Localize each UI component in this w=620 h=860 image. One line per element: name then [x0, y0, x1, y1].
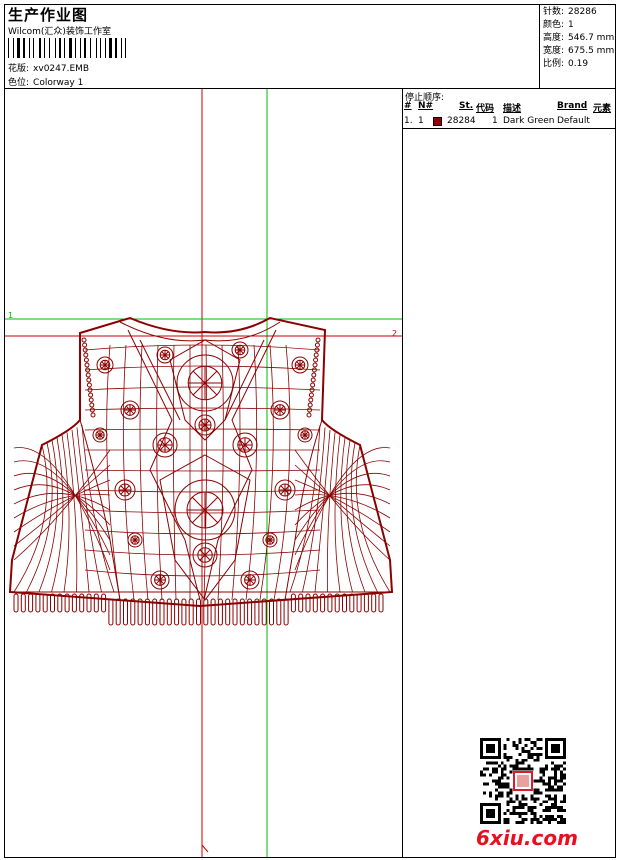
qr-code — [480, 738, 566, 824]
color-swatch — [433, 117, 442, 126]
colors-row: 颜色: 1 — [543, 19, 614, 32]
design-canvas: 1 2 — [5, 89, 402, 857]
row-needle: 1 — [418, 116, 424, 126]
col-description: 描述 — [503, 104, 522, 114]
pattern-line: 花版: xv0247.EMB — [8, 61, 89, 74]
colors-value: 1 — [568, 20, 574, 30]
row-brand: Default — [557, 116, 590, 126]
scale-value: 0.19 — [568, 59, 589, 69]
col-needle: N# — [418, 101, 434, 111]
row-description: Dark Green — [503, 116, 555, 126]
colorway-value: Colorway 1 — [33, 78, 84, 88]
company-name: Wilcom(汇众)装饰工作室 — [8, 27, 111, 37]
colors-label: 颜色: — [543, 20, 565, 30]
page-title: 生产作业图 — [8, 6, 89, 24]
stitches-label: 针数: — [543, 7, 565, 17]
height-label: 高度: — [543, 33, 565, 43]
stop-table-divider — [402, 128, 616, 129]
row-index: 1. — [404, 116, 413, 126]
col-code: 代码 — [476, 104, 495, 114]
stitches-row: 针数: 28286 — [543, 6, 614, 19]
watermark-text: 6xiu.com — [476, 826, 578, 850]
col-element: 元素 — [593, 104, 612, 114]
col-brand: Brand — [557, 101, 588, 111]
table-header: # N# St. 代码 描述 Brand 元素 — [403, 100, 616, 114]
table-row: 1. 1 28284 1 Dark Green Default — [403, 114, 616, 128]
guide-marker-right: 2 — [392, 329, 397, 338]
embroidery-design: 1 2 — [5, 89, 402, 857]
stats-divider — [539, 4, 540, 89]
row-stitches: 28284 — [447, 116, 476, 126]
pattern-label: 花版: — [8, 64, 30, 74]
colorway-label: 色位: — [8, 78, 30, 88]
vest-motifs — [81, 337, 321, 601]
col-stitches: St. — [459, 101, 474, 111]
column-divider — [402, 88, 403, 858]
pattern-value: xv0247.EMB — [33, 64, 90, 74]
height-value: 546.7 mm — [568, 33, 615, 43]
stitches-value: 28286 — [568, 7, 597, 17]
barcode — [8, 38, 126, 58]
width-row: 宽度: 675.5 mm — [543, 45, 614, 58]
scale-label: 比例: — [543, 59, 565, 69]
width-value: 675.5 mm — [568, 46, 615, 56]
colorway-line: 色位: Colorway 1 — [8, 75, 83, 88]
guide-marker-left: 1 — [8, 311, 13, 320]
stop-sequence-table: # N# St. 代码 描述 Brand 元素 1. 1 28284 1 Dar… — [403, 100, 616, 128]
height-row: 高度: 546.7 mm — [543, 32, 614, 45]
scale-row: 比例: 0.19 — [543, 58, 614, 71]
col-index: # — [404, 101, 412, 111]
width-label: 宽度: — [543, 46, 565, 56]
row-code: 1 — [492, 116, 498, 126]
stats-panel: 针数: 28286 颜色: 1 高度: 546.7 mm 宽度: 675.5 mm 比例… — [543, 6, 614, 71]
